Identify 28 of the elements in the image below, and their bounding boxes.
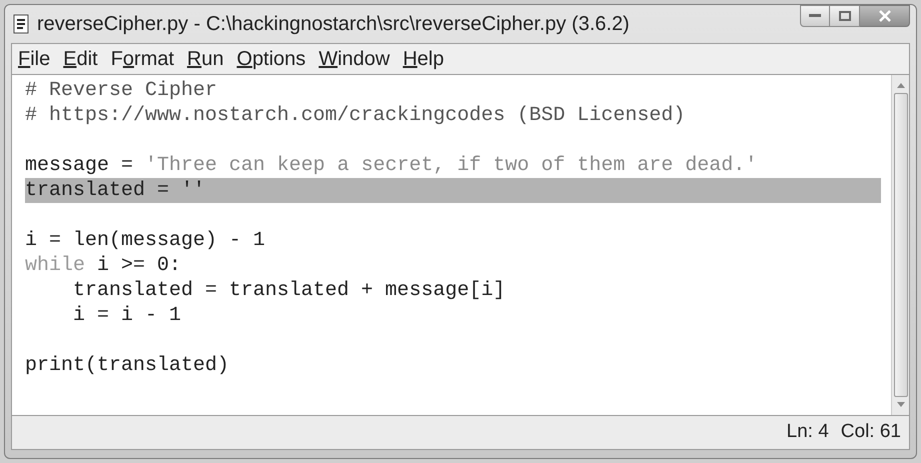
line-number: Ln: 4 <box>786 420 829 444</box>
down-arrow-icon <box>896 401 906 409</box>
close-button[interactable] <box>860 5 910 27</box>
maximize-icon <box>838 11 850 21</box>
code-line: i = i - 1 <box>72 303 182 328</box>
menu-item[interactable]: Format <box>110 44 174 74</box>
code-line: message = 'Three can keep a secret, if two of them are dead.' <box>25 153 758 178</box>
menu-item[interactable]: Run <box>187 44 224 74</box>
menu-item[interactable]: Help <box>402 44 444 74</box>
menu-item[interactable]: Window <box>318 44 390 74</box>
close-icon <box>878 10 890 22</box>
scrollbar-thumb[interactable] <box>894 93 908 397</box>
menu-item[interactable]: Edit <box>63 44 98 74</box>
maximize-button[interactable] <box>830 5 860 27</box>
menu-item[interactable]: File <box>18 44 50 74</box>
code-line: translated = translated + message[i] <box>72 278 506 303</box>
minimize-button[interactable] <box>800 5 830 27</box>
up-arrow-icon <box>896 81 906 89</box>
scrollbar[interactable] <box>891 75 909 415</box>
code-line: print(translated) <box>25 353 230 378</box>
code-line: while i >= 0: <box>25 253 182 278</box>
window-title: reverseCipher.py - C:\hackingnostarch\src\reverseCipher.py (3.6.2) <box>37 12 630 37</box>
minimize-icon <box>809 14 821 18</box>
code-line: # Reverse Cipher <box>25 78 218 103</box>
menu-item[interactable]: Options <box>236 44 306 74</box>
code-line: # https://www.nostarch.com/crackingcodes (BSD Licensed) <box>25 103 686 128</box>
code-line: i = len(message) - 1 <box>25 228 266 253</box>
column-number: Col: 61 <box>840 420 901 444</box>
